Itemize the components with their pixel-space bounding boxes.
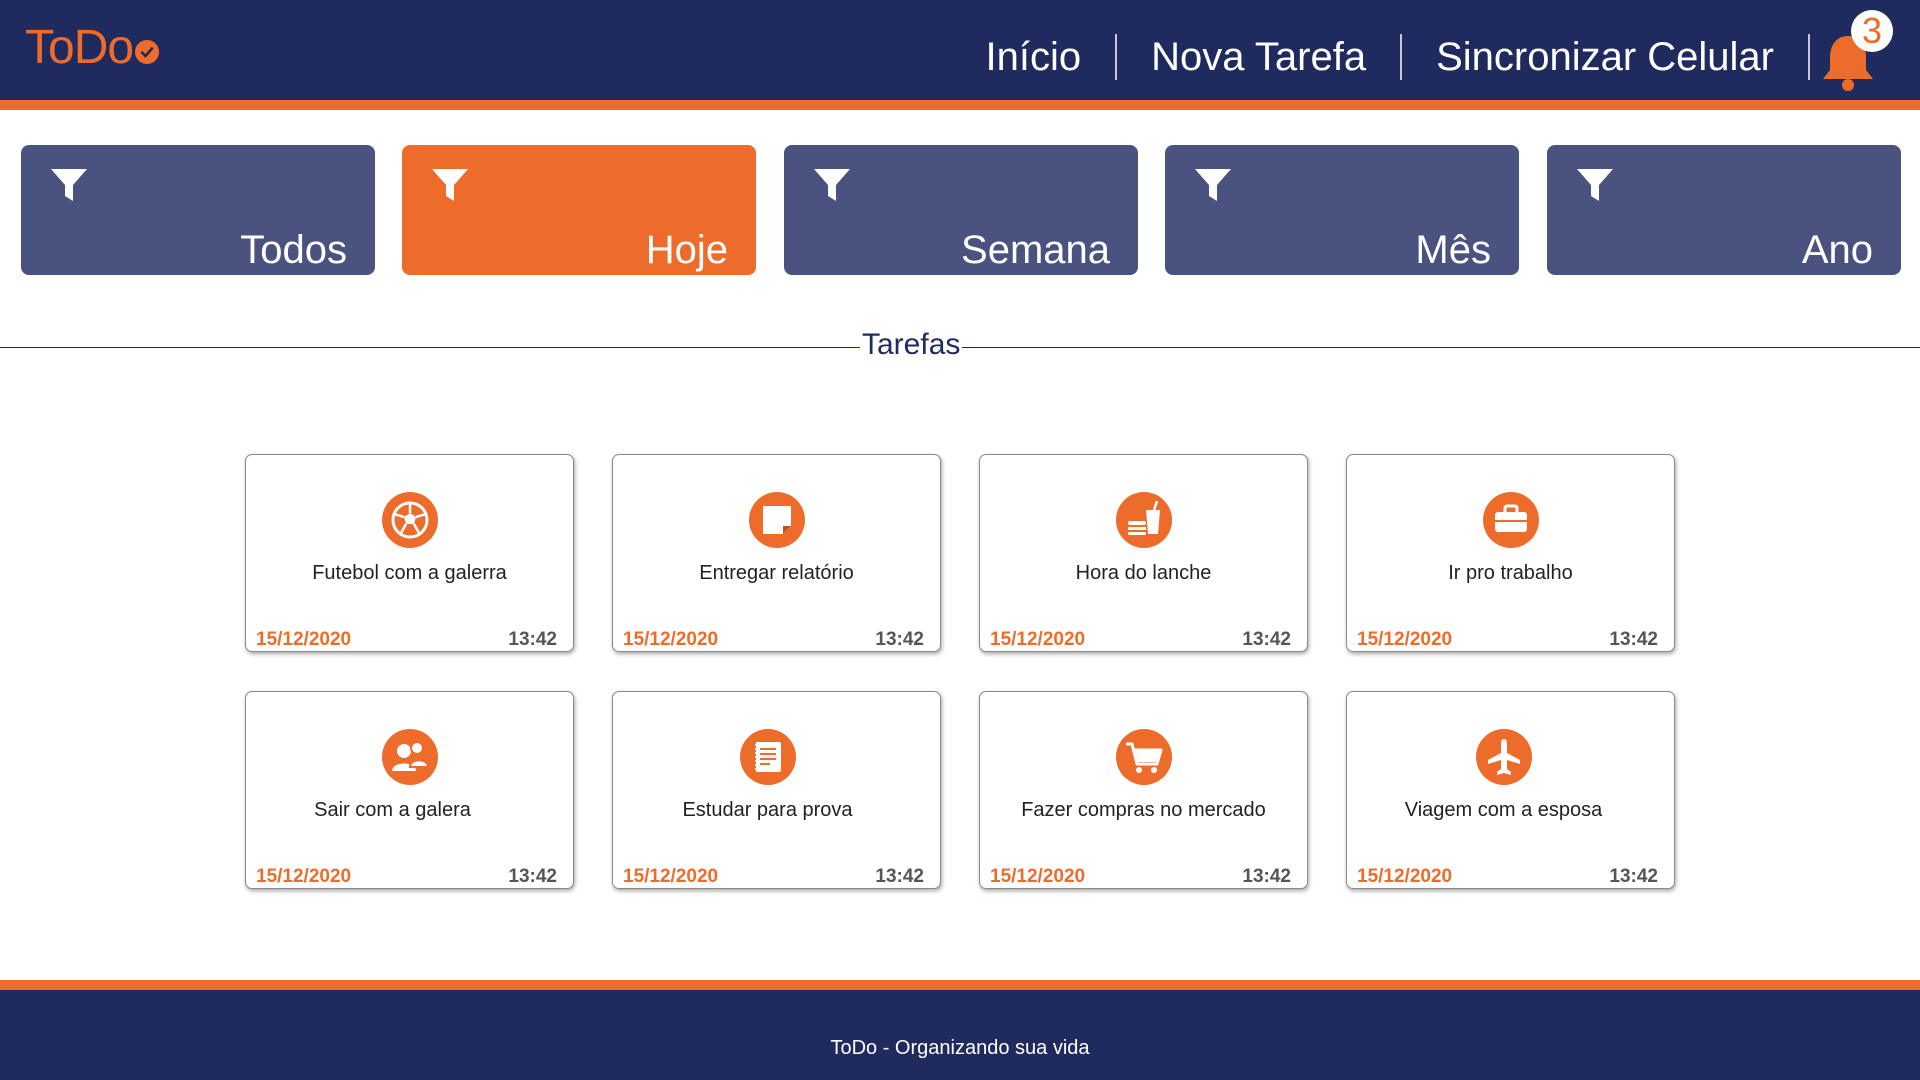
task-date: 15/12/2020: [256, 866, 352, 887]
filter-hoje[interactable]: Hoje: [402, 145, 756, 275]
app-footer: ToDo - Organizando sua vida: [0, 980, 1920, 1080]
soccer-ball-icon: [381, 492, 438, 548]
task-title: Sair com a galera: [314, 799, 471, 821]
task-title: Fazer compras no mercado: [1021, 799, 1266, 821]
task-title: Ir pro trabalho: [1448, 562, 1573, 584]
task-time: 13:42: [875, 866, 924, 887]
task-time: 13:42: [508, 866, 557, 887]
task-card[interactable]: Hora do lanche 15/12/2020 13:42: [979, 454, 1308, 652]
section-title: Tarefas: [862, 328, 961, 361]
task-card[interactable]: Sair com a galera 15/12/2020 13:42: [245, 691, 574, 889]
task-time: 13:42: [1609, 866, 1658, 887]
notification-badge: 3: [1851, 10, 1893, 52]
task-date: 15/12/2020: [990, 866, 1086, 887]
task-card[interactable]: Futebol com a galerra 15/12/2020 13:42: [245, 454, 574, 652]
task-card[interactable]: Viagem com a esposa 15/12/2020 13:42: [1346, 691, 1675, 889]
task-title: Hora do lanche: [1075, 562, 1212, 584]
main-nav: Início Nova Tarefa Sincronizar Celular: [952, 34, 1810, 80]
task-title: Entregar relatório: [699, 562, 854, 584]
section-divider-right: [962, 347, 1920, 348]
filter-icon: [432, 169, 468, 201]
task-card[interactable]: Fazer compras no mercado 15/12/2020 13:4…: [979, 691, 1308, 889]
filter-label: Hoje: [645, 228, 728, 272]
filter-label: Semana: [961, 228, 1110, 272]
task-title: Viagem com a esposa: [1404, 799, 1603, 821]
task-time: 13:42: [875, 629, 924, 650]
filter-icon: [1195, 169, 1231, 201]
airplane-icon: [1475, 729, 1532, 785]
filter-mes[interactable]: Mês: [1165, 145, 1519, 275]
filter-icon: [814, 169, 850, 201]
filter-todos[interactable]: Todos: [21, 145, 375, 275]
section-divider-left: [0, 347, 860, 348]
task-date: 15/12/2020: [256, 629, 352, 650]
task-date: 15/12/2020: [1357, 629, 1453, 650]
app-header: ToDo Início Nova Tarefa Sincronizar Celu…: [0, 0, 1920, 110]
filter-icon: [1577, 169, 1613, 201]
task-card[interactable]: Entregar relatório 15/12/2020 13:42: [612, 454, 941, 652]
task-card[interactable]: Ir pro trabalho 15/12/2020 13:42: [1346, 454, 1675, 652]
task-title: Estudar para prova: [682, 799, 853, 821]
check-icon: [135, 39, 160, 64]
task-date: 15/12/2020: [1357, 866, 1453, 887]
nav-inicio[interactable]: Início: [952, 34, 1118, 80]
task-date: 15/12/2020: [623, 629, 719, 650]
group-icon: [381, 729, 438, 785]
task-time: 13:42: [508, 629, 557, 650]
shopping-cart-icon: [1115, 729, 1172, 785]
fast-food-icon: [1115, 492, 1172, 548]
filter-label: Todos: [240, 228, 347, 272]
sticky-note-icon: [748, 492, 805, 548]
filter-label: Ano: [1801, 228, 1873, 272]
footer-text: ToDo - Organizando sua vida: [830, 1037, 1090, 1059]
logo[interactable]: ToDo: [25, 20, 160, 75]
logo-text: ToDo: [25, 21, 134, 74]
filter-icon: [51, 169, 87, 201]
nav-sincronizar-celular[interactable]: Sincronizar Celular: [1402, 34, 1810, 80]
task-title: Futebol com a galerra: [312, 562, 507, 584]
task-time: 13:42: [1242, 629, 1291, 650]
filter-semana[interactable]: Semana: [784, 145, 1138, 275]
task-time: 13:42: [1242, 866, 1291, 887]
filter-ano[interactable]: Ano: [1547, 145, 1901, 275]
notebook-icon: [739, 729, 796, 785]
briefcase-icon: [1482, 492, 1539, 548]
task-date: 15/12/2020: [990, 629, 1086, 650]
nav-nova-tarefa[interactable]: Nova Tarefa: [1117, 34, 1403, 80]
task-date: 15/12/2020: [623, 866, 719, 887]
task-card[interactable]: Estudar para prova 15/12/2020 13:42: [612, 691, 941, 889]
filter-label: Mês: [1415, 228, 1491, 272]
task-time: 13:42: [1609, 629, 1658, 650]
